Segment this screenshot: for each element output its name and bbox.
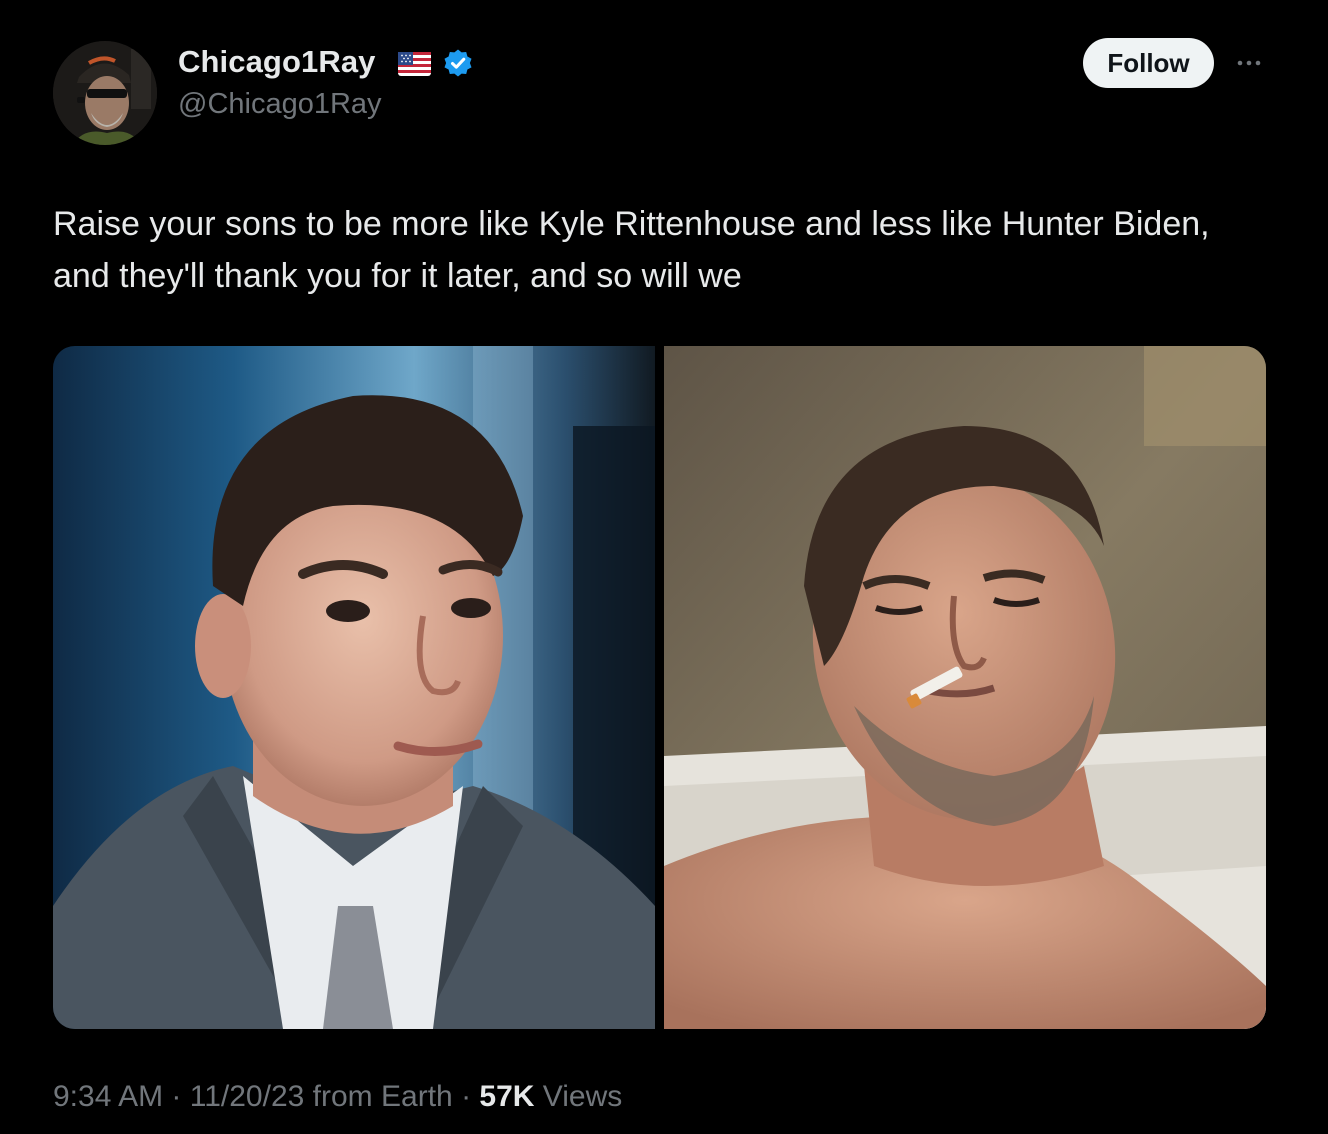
tweet-card: Chicago1Ray @Chicago1Ray Follow Raise yo… [0,0,1328,1134]
author-handle[interactable]: @Chicago1Ray [178,88,382,121]
photo-1-image [53,346,655,1029]
tweet-date[interactable]: 11/20/23 [190,1080,305,1113]
verified-badge-icon[interactable] [442,48,474,80]
author-avatar[interactable] [53,41,157,145]
tweet-media-grid [53,346,1266,1029]
media-photo-2[interactable] [664,346,1266,1029]
author-display-name[interactable]: Chicago1Ray [178,44,376,80]
ellipsis-icon[interactable] [1232,48,1266,78]
avatar-image [53,41,157,145]
views-count: 57K [479,1080,535,1113]
meta-separator: · [171,1080,182,1113]
us-flag-icon [398,52,431,76]
tweet-time[interactable]: 9:34 AM [53,1080,163,1113]
tweet-text: Raise your sons to be more like Kyle Rit… [53,205,1210,295]
media-photo-1[interactable] [53,346,655,1029]
tweet-meta: 9:34 AM · 11/20/23 from Earth · 57K View… [53,1080,622,1114]
meta-separator-2: · [461,1080,472,1113]
views-label: Views [542,1080,623,1113]
tweet-source: from Earth [312,1080,453,1113]
photo-2-image [664,346,1266,1029]
follow-button[interactable]: Follow [1083,38,1214,88]
